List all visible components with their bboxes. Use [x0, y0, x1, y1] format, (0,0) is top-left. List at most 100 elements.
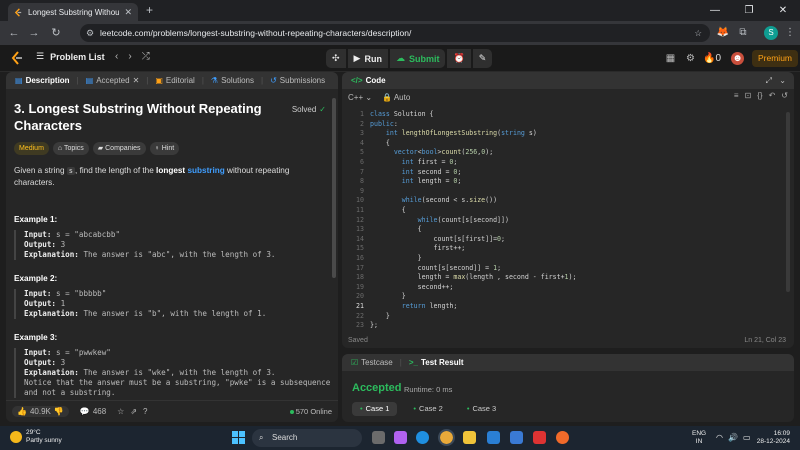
store-icon[interactable] — [510, 431, 523, 444]
editor-scrollbar[interactable] — [786, 112, 790, 292]
tab-test-result[interactable]: >_ Test Result — [406, 358, 467, 367]
chrome-icon[interactable] — [438, 429, 455, 446]
code-line[interactable]: 2 public: — [342, 120, 794, 130]
next-problem-icon[interactable]: › — [128, 51, 131, 62]
auto-mode[interactable]: 🔒 Auto — [382, 93, 410, 102]
notes-button[interactable]: ✎ — [472, 49, 493, 68]
maximize-panel-icon[interactable]: ⤢ — [766, 76, 772, 86]
code-line[interactable]: 3 int lengthOfLongestSubstring(string s) — [342, 129, 794, 139]
settings-gear-icon[interactable]: ⚙ — [684, 52, 697, 65]
code-line[interactable]: 16 } — [342, 254, 794, 264]
bookmark-star-icon[interactable]: ☆ — [694, 24, 702, 42]
code-line[interactable]: 6 int first = 0; — [342, 158, 794, 168]
premium-button[interactable]: Premium — [752, 50, 799, 67]
tab-accepted[interactable]: ▤ Accepted ✕ — [83, 76, 143, 85]
volume-icon[interactable]: 🔊 — [728, 433, 738, 442]
battery-icon[interactable]: ▭ — [743, 433, 751, 442]
window-close-icon[interactable]: ✕ — [766, 0, 800, 21]
code-line[interactable]: 20 } — [342, 292, 794, 302]
case-tab[interactable]: • Case 3 — [459, 402, 504, 416]
browser-tab[interactable]: Longest Substring Without Re... ✕ — [8, 3, 138, 21]
firefox-icon[interactable] — [556, 431, 569, 444]
language-select[interactable]: C++ ⌄ — [348, 93, 372, 102]
comments-button[interactable]: 💬 468 — [75, 406, 111, 417]
task-view-icon[interactable] — [372, 431, 385, 444]
tab-solutions[interactable]: ⚗ Solutions — [208, 76, 257, 85]
mail-icon[interactable] — [487, 431, 500, 444]
new-tab-icon[interactable]: + — [146, 3, 153, 17]
code-line[interactable]: 21 return length; — [342, 302, 794, 312]
tab-accepted-close-icon[interactable]: ✕ — [133, 76, 140, 85]
tab-description[interactable]: ▤ Description — [12, 76, 73, 85]
user-avatar[interactable]: ☻ — [731, 52, 744, 65]
forward-icon[interactable]: → — [26, 25, 42, 41]
streak-counter[interactable]: 🔥0 — [700, 52, 724, 65]
reset-icon[interactable]: ↺ — [781, 91, 788, 100]
code-line[interactable]: 8 int length = 0; — [342, 177, 794, 187]
leetcode-logo-icon[interactable] — [10, 51, 24, 65]
tab-testcase[interactable]: ☑ Testcase — [348, 358, 396, 367]
code-line[interactable]: 13 { — [342, 225, 794, 235]
code-line[interactable]: 23}; — [342, 321, 794, 331]
app-icon[interactable] — [533, 431, 546, 444]
extension-fox-icon[interactable]: 🦊 — [716, 26, 730, 40]
code-line[interactable]: 15 first++; — [342, 244, 794, 254]
clock[interactable]: 16:09 28-12-2024 — [757, 430, 790, 446]
undo-icon[interactable]: ↶ — [769, 91, 776, 100]
address-bar[interactable]: ⚙ leetcode.com/problems/longest-substrin… — [80, 24, 710, 42]
code-line[interactable]: 1 class Solution { — [342, 110, 794, 120]
case-tab[interactable]: • Case 2 — [405, 402, 450, 416]
edge-icon[interactable] — [416, 431, 429, 444]
code-line[interactable]: 9 — [342, 187, 794, 197]
like-button[interactable]: 👍 40.9K 👎 — [12, 406, 69, 417]
submit-button[interactable]: ☁ Submit — [389, 49, 446, 68]
tab-editorial[interactable]: ▣ Editorial — [152, 76, 197, 85]
code-line[interactable]: 14 count[s[first]]=0; — [342, 235, 794, 245]
windows-start-icon[interactable] — [232, 431, 245, 444]
thumbs-down-icon[interactable]: 👎 — [54, 407, 64, 416]
code-line[interactable]: 18 length = max(length , second - first+… — [342, 273, 794, 283]
wifi-icon[interactable]: ◠ — [716, 433, 723, 442]
code-line[interactable]: 17 count[s[second]] = 1; — [342, 264, 794, 274]
tab-code[interactable]: </> Code — [348, 76, 389, 85]
help-icon[interactable]: ? — [143, 407, 147, 416]
substring-link[interactable]: substring — [187, 166, 224, 175]
shuffle-icon[interactable]: ⤮ — [142, 51, 150, 62]
timer-button[interactable]: ⏰ — [447, 49, 471, 68]
file-explorer-icon[interactable] — [463, 431, 476, 444]
prev-problem-icon[interactable]: ‹ — [115, 51, 118, 62]
back-icon[interactable]: ← — [6, 25, 22, 41]
braces-icon[interactable]: {} — [757, 91, 762, 100]
collapse-panel-icon[interactable]: ⌄ — [779, 76, 786, 85]
topics-tag[interactable]: ⌂ Topics — [52, 142, 89, 155]
taskbar-search[interactable]: ⌕ Search — [252, 429, 362, 447]
copilot-icon[interactable] — [394, 431, 407, 444]
tab-submissions[interactable]: ↺ Submissions — [267, 76, 328, 85]
profile-avatar[interactable]: S — [764, 26, 778, 40]
weather-widget[interactable]: 29°C Partly sunny — [10, 429, 62, 445]
code-line[interactable]: 22 } — [342, 312, 794, 322]
language-indicator[interactable]: ENG IN — [692, 430, 706, 446]
case-tab[interactable]: • Case 1 — [352, 402, 398, 416]
maximize-icon[interactable]: ❐ — [732, 0, 766, 21]
code-line[interactable]: 19 second++; — [342, 283, 794, 293]
favorite-star-icon[interactable]: ☆ — [117, 407, 124, 416]
code-line[interactable]: 12 while(count[s[second]]) — [342, 216, 794, 226]
bookmark-icon[interactable]: ⊡ — [745, 91, 752, 100]
tab-close-icon[interactable]: ✕ — [124, 7, 132, 18]
layout-icon[interactable]: ▦ — [664, 52, 677, 65]
run-button[interactable]: ▶ Run — [347, 49, 388, 68]
minimize-icon[interactable]: — — [698, 0, 732, 21]
site-info-icon[interactable]: ⚙ — [86, 24, 94, 42]
code-line[interactable]: 5 vector<bool>count(256,0); — [342, 148, 794, 158]
code-line[interactable]: 7 int second = 0; — [342, 168, 794, 178]
reload-icon[interactable]: ↻ — [48, 25, 64, 41]
code-editor[interactable]: 1 class Solution {2 public: 3 int lengthOfL… — [342, 110, 794, 332]
format-icon[interactable]: ≡ — [734, 91, 739, 100]
hint-tag[interactable]: ♀ Hint — [149, 142, 180, 155]
problem-list-link[interactable]: ☰ Problem List — [36, 51, 105, 62]
code-line[interactable]: 10 while(second < s.size()) — [342, 196, 794, 206]
extensions-puzzle-icon[interactable]: ⧉ — [736, 26, 750, 40]
browser-menu-icon[interactable]: ⋮ — [783, 26, 797, 40]
code-line[interactable]: 11 { — [342, 206, 794, 216]
